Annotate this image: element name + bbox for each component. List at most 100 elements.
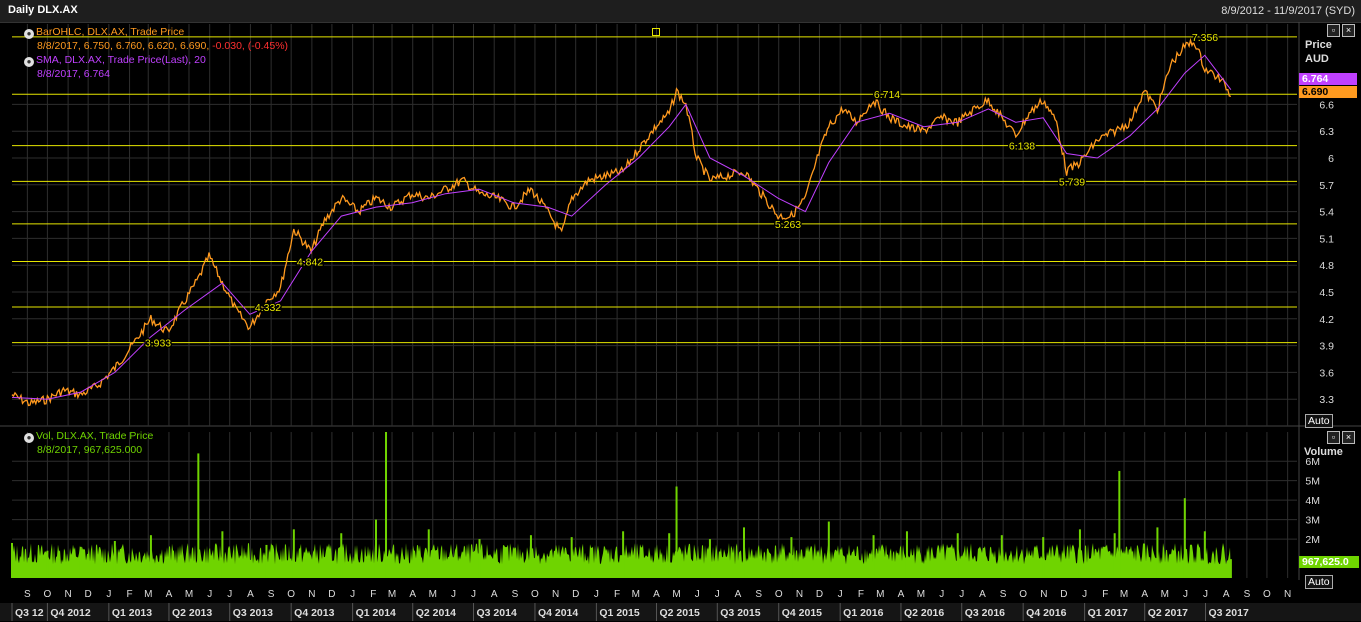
price-series: 7.356 6.714 6.138 5.739 5.263 4.842 4.332 3.933: [11, 30, 1232, 407]
month-label: D: [85, 589, 92, 600]
bar-series-change: -0.030, (-0.45%): [212, 40, 289, 52]
price-tick-label: 6: [1328, 153, 1334, 165]
price-auto-scale-button[interactable]: Auto: [1305, 414, 1333, 428]
legend-toggle-icon[interactable]: ●: [24, 29, 34, 39]
month-label: M: [1120, 589, 1128, 600]
level-label: 5.263: [775, 219, 801, 231]
month-label: O: [775, 589, 783, 600]
level-label: 3.933: [145, 338, 171, 350]
price-tick-label: 6.3: [1319, 126, 1334, 138]
month-label: A: [979, 589, 986, 600]
month-label: A: [735, 589, 742, 600]
volume-series-label[interactable]: Vol, DLX.AX, Trade Price: [36, 430, 153, 442]
month-label: D: [1060, 589, 1067, 600]
close-panel-icon[interactable]: ×: [1342, 24, 1355, 37]
month-label: J: [1203, 589, 1208, 600]
quarter-label: Q4 2013: [294, 607, 334, 619]
legend-toggle-icon[interactable]: ●: [24, 433, 34, 443]
month-label: M: [876, 589, 884, 600]
level-label: 4.332: [255, 302, 281, 314]
maximize-panel-icon[interactable]: ▫: [1327, 431, 1340, 444]
volume-bar: [11, 542, 13, 578]
volume-bar: [1156, 527, 1159, 578]
month-label: F: [858, 589, 864, 600]
month-label: S: [755, 589, 762, 600]
month-label: D: [328, 589, 335, 600]
maximize-panel-icon[interactable]: ▫: [1327, 24, 1340, 37]
volume-bar: [529, 535, 532, 578]
volume-area: [12, 543, 1231, 578]
volume-bar: [1042, 537, 1045, 578]
volume-auto-scale-button[interactable]: Auto: [1305, 575, 1333, 589]
month-label: M: [672, 589, 680, 600]
price-grid: [0, 22, 1361, 580]
price-legend: ● BarOHLC, DLX.AX, Trade Price 8/8/2017, …: [24, 25, 288, 81]
price-tick-label: 5.7: [1319, 180, 1334, 192]
month-label: J: [1183, 589, 1188, 600]
month-label: J: [207, 589, 212, 600]
legend-toggle-icon[interactable]: ●: [24, 57, 34, 67]
volume-bar: [668, 533, 671, 578]
volume-bar: [708, 539, 711, 578]
date-range[interactable]: 8/9/2012 - 11/9/2017 (SYD): [1221, 5, 1355, 17]
volume-bar: [374, 519, 377, 578]
month-label: F: [614, 589, 620, 600]
month-label: A: [491, 589, 498, 600]
volume-bar: [905, 531, 908, 578]
price-axis-unit: AUD: [1305, 53, 1329, 65]
volume-bar: [149, 535, 152, 578]
volume-bar: [622, 531, 625, 578]
month-label: M: [917, 589, 925, 600]
month-label: A: [166, 589, 173, 600]
month-label: A: [653, 589, 660, 600]
month-label: O: [287, 589, 295, 600]
month-label: S: [1000, 589, 1007, 600]
volume-bar: [1113, 533, 1116, 578]
volume-bar: [340, 533, 343, 578]
volume-bar: [827, 521, 830, 578]
bar-series-values: 8/8/2017, 6.750, 6.760, 6.620, 6.690,: [37, 40, 210, 52]
price-tick-label: 4.5: [1319, 287, 1334, 299]
chart-window: Daily DLX.AX 8/9/2012 - 11/9/2017 (SYD) …: [0, 0, 1361, 622]
month-label: J: [471, 589, 476, 600]
price-tick-label: 5.1: [1319, 233, 1334, 245]
close-panel-icon[interactable]: ×: [1342, 431, 1355, 444]
month-label: O: [531, 589, 539, 600]
month-label: J: [227, 589, 232, 600]
last-sma-tag: 6.764: [1299, 73, 1357, 85]
volume-bar: [570, 537, 573, 578]
month-label: J: [695, 589, 700, 600]
level-label: 5.739: [1059, 176, 1085, 188]
month-label: J: [350, 589, 355, 600]
title-bar: Daily DLX.AX 8/9/2012 - 11/9/2017 (SYD): [0, 0, 1361, 23]
level-label: 6.714: [874, 89, 900, 101]
sma-series-values: 8/8/2017, 6.764: [37, 68, 110, 80]
x-axis: SONDJFMAMJJASONDJFMAMJJASONDJFMAMJJASOND…: [0, 589, 1361, 621]
quarter-label: Q3 2015: [720, 607, 760, 619]
price-tick-label: 4.8: [1319, 260, 1334, 272]
volume-bar: [742, 527, 745, 578]
month-label: N: [796, 589, 803, 600]
volume-legend: ● Vol, DLX.AX, Trade Price 8/8/2017, 967,…: [24, 429, 153, 457]
volume-bar: [1183, 498, 1186, 578]
sma-series-label[interactable]: SMA, DLX.AX, Trade Price(Last), 20: [36, 54, 206, 66]
quarter-label: Q2 2015: [660, 607, 700, 619]
last-volume-tag: 967,625.0: [1299, 556, 1359, 568]
bar-series-label[interactable]: BarOHLC, DLX.AX, Trade Price: [36, 26, 184, 38]
month-label: J: [451, 589, 456, 600]
month-label: O: [44, 589, 52, 600]
volume-bar: [790, 537, 793, 578]
month-label: J: [939, 589, 944, 600]
price-tick-label: 4.2: [1319, 314, 1334, 326]
level-anchor-icon[interactable]: [652, 28, 660, 36]
month-label: A: [1223, 589, 1230, 600]
month-label: M: [632, 589, 640, 600]
volume-bar: [221, 531, 224, 578]
volume-y-axis: 2M 3M 4M 5M 6M: [1305, 456, 1320, 546]
quarter-label: Q1 2017: [1088, 607, 1128, 619]
month-label: A: [247, 589, 254, 600]
chart-canvas[interactable]: 7.356 6.714 6.138 5.739 5.263 4.842 4.332 3.933…: [0, 22, 1361, 622]
price-tick-label: 6.6: [1319, 99, 1334, 111]
quarter-label: Q1 2013: [112, 607, 152, 619]
month-label: D: [572, 589, 579, 600]
